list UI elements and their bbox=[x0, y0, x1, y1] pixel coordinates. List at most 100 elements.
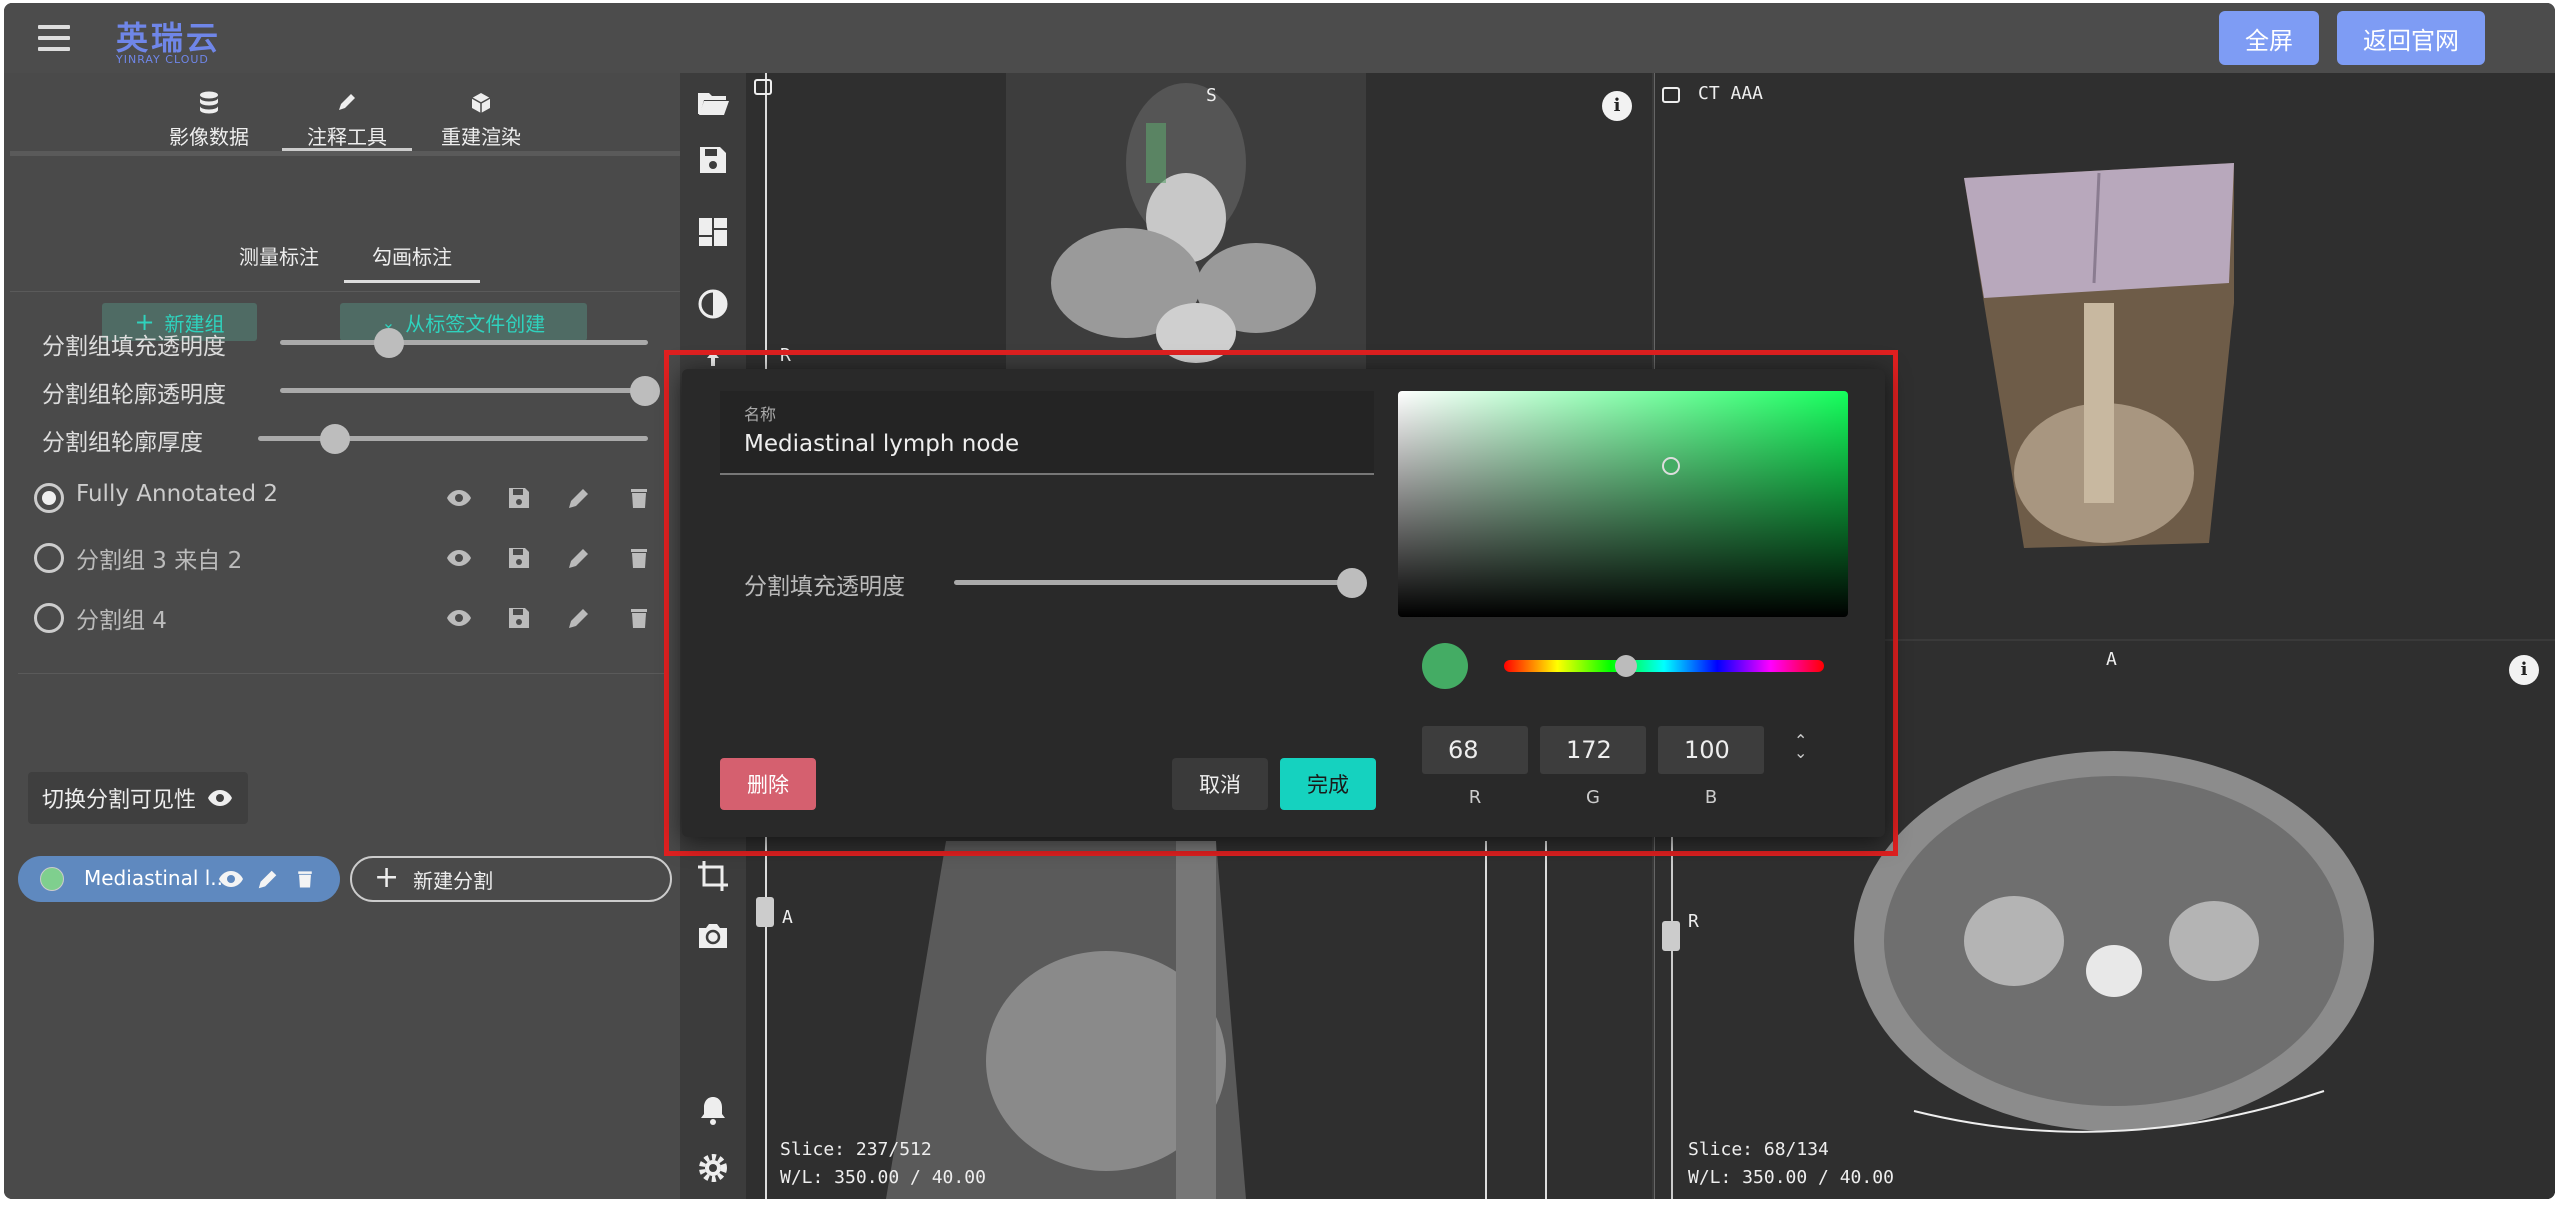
eye-icon[interactable] bbox=[446, 605, 472, 631]
segment-name-input[interactable]: Mediastinal lymph node bbox=[744, 431, 1019, 457]
group-fill-opacity-thumb[interactable] bbox=[374, 328, 404, 358]
tab-annotation-tools[interactable]: 注释工具 bbox=[272, 83, 422, 155]
fill-opacity-thumb[interactable] bbox=[1337, 568, 1367, 598]
trash-icon[interactable] bbox=[626, 605, 652, 631]
group-radio[interactable] bbox=[34, 543, 64, 573]
menu-icon[interactable] bbox=[38, 25, 70, 51]
save-icon[interactable] bbox=[506, 605, 532, 631]
top-bar: 英瑞云 YINRAY CLOUD 全屏 返回官网 bbox=[4, 3, 2555, 73]
group-outline-thickness-track[interactable] bbox=[258, 436, 648, 441]
segment-chip-label: Mediastinal l... bbox=[84, 866, 230, 890]
saturation-value-picker[interactable] bbox=[1398, 391, 1848, 617]
group-fill-opacity-track[interactable] bbox=[280, 340, 648, 345]
color-picker-cursor[interactable] bbox=[1662, 457, 1680, 475]
toggle-segment-visibility-button[interactable]: 切换分割可见性 bbox=[28, 772, 249, 824]
divider bbox=[10, 151, 680, 156]
save-icon[interactable] bbox=[506, 545, 532, 571]
toggle-visibility-label: 切换分割可见性 bbox=[42, 788, 197, 813]
bell-icon[interactable] bbox=[696, 1093, 730, 1127]
blue-label: B bbox=[1704, 787, 1718, 808]
delete-button[interactable]: 删除 bbox=[720, 758, 816, 810]
hue-slider[interactable] bbox=[1504, 660, 1824, 672]
logo-subtext: YINRAY CLOUD bbox=[116, 53, 209, 66]
hue-slider-thumb[interactable] bbox=[1614, 655, 1637, 677]
folder-open-icon[interactable] bbox=[696, 85, 730, 119]
subtab-measurement[interactable]: 测量标注 bbox=[224, 233, 334, 283]
group-radio[interactable] bbox=[34, 603, 64, 633]
pencil-icon[interactable] bbox=[566, 485, 592, 511]
camera-icon[interactable] bbox=[754, 79, 772, 95]
color-format-toggle-icon[interactable]: ⌃ ⌄ bbox=[1794, 733, 1807, 761]
back-to-site-button[interactable]: 返回官网 bbox=[2337, 11, 2485, 65]
new-segment-button[interactable]: + 新建分割 bbox=[350, 856, 672, 902]
slice-indicator: Slice: 237/512 bbox=[780, 1139, 932, 1160]
group-row[interactable]: 分割组 4 bbox=[28, 593, 668, 643]
database-icon bbox=[200, 91, 218, 114]
divider bbox=[18, 673, 668, 674]
crop-icon[interactable] bbox=[696, 859, 730, 893]
fullscreen-button[interactable]: 全屏 bbox=[2219, 11, 2319, 65]
orientation-top-label: A bbox=[2106, 649, 2117, 670]
group-row[interactable]: Fully Annotated 2 bbox=[28, 473, 668, 523]
trash-icon[interactable] bbox=[294, 867, 316, 891]
new-segment-label: 新建分割 bbox=[413, 868, 494, 893]
group-name: 分割组 3 来自 2 bbox=[76, 548, 243, 574]
eye-icon[interactable] bbox=[218, 868, 244, 890]
group-name: Fully Annotated 2 bbox=[76, 481, 279, 507]
app-window: 英瑞云 YINRAY CLOUD 全屏 返回官网 影像数据 注释工具 重建渲染 … bbox=[4, 3, 2555, 1199]
eye-icon[interactable] bbox=[446, 545, 472, 571]
group-outline-thickness-label: 分割组轮廓厚度 bbox=[42, 430, 203, 456]
sidebar: 影像数据 注释工具 重建渲染 测量标注 勾画标注 + 新建组 ⌄ 从标签文件创建… bbox=[4, 73, 680, 1199]
fill-opacity-label: 分割填充透明度 bbox=[744, 574, 905, 600]
camera-icon[interactable] bbox=[1662, 87, 1680, 103]
red-value-input[interactable]: 68 bbox=[1422, 726, 1528, 774]
red-label: R bbox=[1468, 787, 1482, 808]
camera-rotate-icon[interactable] bbox=[696, 919, 730, 953]
group-radio[interactable] bbox=[34, 483, 64, 513]
green-label: G bbox=[1586, 787, 1600, 808]
save-icon[interactable] bbox=[696, 143, 730, 177]
group-fill-opacity-label: 分割组填充透明度 bbox=[42, 334, 226, 360]
tab-reconstruction-label: 重建渲染 bbox=[441, 125, 521, 149]
group-outline-opacity-thumb[interactable] bbox=[630, 376, 660, 406]
create-from-label-file-label: 从标签文件创建 bbox=[405, 311, 546, 336]
group-row[interactable]: 分割组 3 来自 2 bbox=[28, 533, 668, 583]
group-outline-opacity-track[interactable] bbox=[280, 388, 648, 393]
cube-icon bbox=[471, 93, 491, 113]
subtab-contour[interactable]: 勾画标注 bbox=[344, 233, 480, 283]
pencil-icon[interactable] bbox=[256, 867, 280, 891]
group-outline-thickness-thumb[interactable] bbox=[320, 424, 350, 454]
tab-image-data-label: 影像数据 bbox=[169, 125, 249, 149]
info-icon[interactable]: i bbox=[2509, 655, 2539, 685]
contrast-icon[interactable] bbox=[696, 287, 730, 321]
pencil-icon[interactable] bbox=[566, 545, 592, 571]
segment-chip[interactable]: Mediastinal l... bbox=[18, 856, 340, 902]
info-icon[interactable]: i bbox=[1602, 91, 1632, 121]
green-value-input[interactable]: 172 bbox=[1540, 726, 1646, 774]
orientation-left-label: A bbox=[782, 907, 793, 928]
divider bbox=[10, 291, 680, 296]
eye-icon[interactable] bbox=[446, 485, 472, 511]
viewport-title: CT AAA bbox=[1698, 83, 1764, 104]
trash-icon[interactable] bbox=[626, 485, 652, 511]
window-level-indicator: W/L: 350.00 / 40.00 bbox=[1688, 1167, 1894, 1188]
segment-edit-dialog: 名称 Mediastinal lymph node 分割填充透明度 删除 取消 … bbox=[682, 369, 1885, 837]
save-icon[interactable] bbox=[506, 485, 532, 511]
eye-icon bbox=[208, 790, 233, 806]
pencil-icon[interactable] bbox=[566, 605, 592, 631]
tab-image-data[interactable]: 影像数据 bbox=[134, 83, 284, 155]
trash-icon[interactable] bbox=[626, 545, 652, 571]
done-button[interactable]: 完成 bbox=[1280, 758, 1376, 810]
blue-value-input[interactable]: 100 bbox=[1658, 726, 1764, 774]
fill-opacity-track[interactable] bbox=[954, 580, 1352, 585]
tab-annotation-tools-label: 注释工具 bbox=[307, 125, 387, 149]
window-level-indicator: W/L: 350.00 / 40.00 bbox=[780, 1167, 986, 1188]
pencil-icon bbox=[339, 94, 355, 110]
gear-icon[interactable] bbox=[696, 1151, 730, 1185]
plus-icon: + bbox=[374, 859, 400, 895]
layout-icon[interactable] bbox=[696, 215, 730, 249]
segment-name-field[interactable]: 名称 Mediastinal lymph node bbox=[720, 391, 1374, 475]
cancel-button[interactable]: 取消 bbox=[1172, 758, 1268, 810]
tab-reconstruction[interactable]: 重建渲染 bbox=[406, 83, 556, 155]
segment-color-dot bbox=[40, 867, 64, 891]
